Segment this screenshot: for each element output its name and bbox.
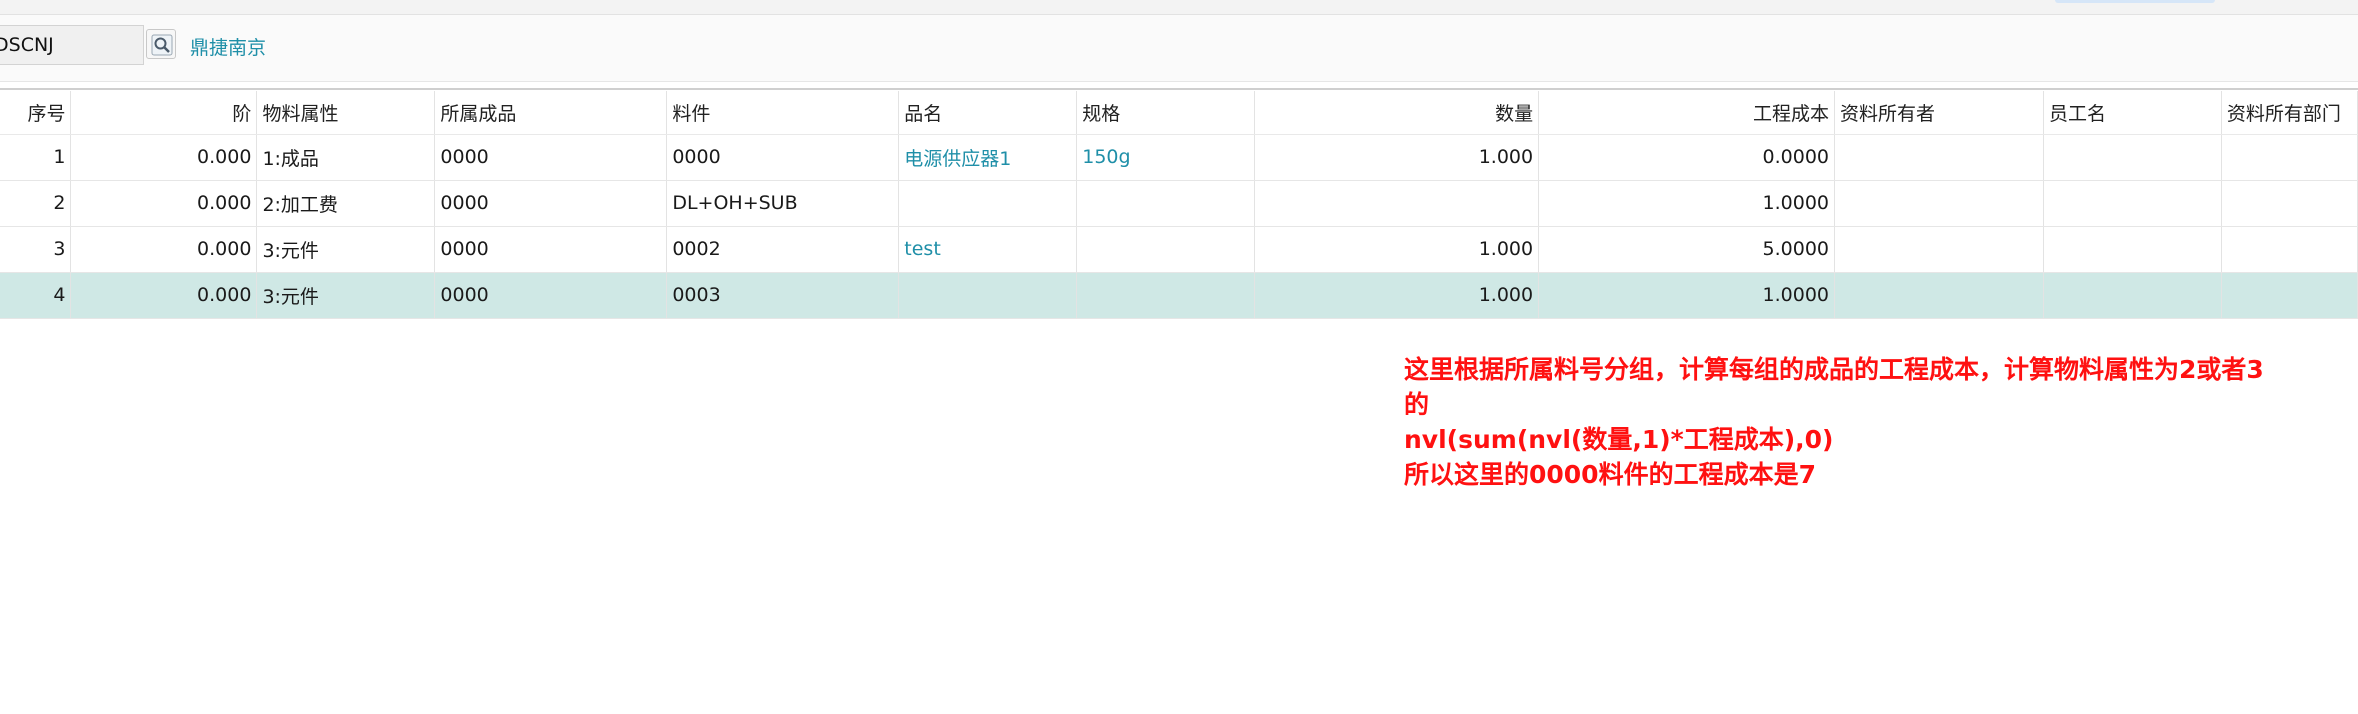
cell-item-name-link[interactable] <box>898 272 1078 319</box>
col-header-quantity[interactable]: 数量 <box>1254 91 1540 135</box>
cell-employee-name <box>2043 272 2222 319</box>
cell-data-owner <box>1834 180 2044 227</box>
cell-seq: 2 <box>0 180 72 227</box>
cell-item-name-link[interactable]: test <box>898 226 1078 273</box>
cell-owner-dept <box>2221 226 2358 273</box>
annotation-line: 的 <box>1404 390 1430 419</box>
cell-spec-link[interactable] <box>1076 226 1256 273</box>
company-name-link[interactable]: 鼎捷南京 <box>190 33 266 60</box>
table-row-selected[interactable]: 4 0.000 3:元件 0000 0003 1.000 1.0000 <box>0 272 2358 319</box>
cell-material-attr: 3:元件 <box>256 272 436 319</box>
top-strip <box>0 0 2358 15</box>
annotation-line: 所以这里的0000料件的工程成本是7 <box>1404 460 1816 489</box>
cell-employee-name <box>2043 134 2222 181</box>
query-toolbar <box>0 15 2358 82</box>
annotation-line: nvl(sum(nvl(数量,1)*工程成本),0) <box>1404 425 1834 454</box>
cell-material-attr: 1:成品 <box>256 134 436 181</box>
annotation-note: 这里根据所属料号分组，计算每组的成品的工程成本，计算物料属性为2或者3 的 nv… <box>1404 352 2354 492</box>
cell-data-owner <box>1834 226 2044 273</box>
col-header-owner-dept[interactable]: 资料所有部门 <box>2221 91 2358 135</box>
cell-item: DL+OH+SUB <box>666 180 900 227</box>
cell-item-name-link[interactable] <box>898 180 1078 227</box>
cell-data-owner <box>1834 272 2044 319</box>
cell-spec-link[interactable] <box>1076 272 1256 319</box>
cell-employee-name <box>2043 180 2222 227</box>
table-row[interactable]: 1 0.000 1:成品 0000 0000 电源供应器1 150g 1.000… <box>0 134 2358 181</box>
cell-item: 0000 <box>666 134 900 181</box>
cell-spec-link[interactable]: 150g <box>1076 134 1256 181</box>
col-header-parent-product[interactable]: 所属成品 <box>434 91 668 135</box>
search-icon <box>151 34 173 56</box>
cell-seq: 3 <box>0 226 72 273</box>
cell-quantity <box>1254 180 1540 227</box>
cell-quantity: 1.000 <box>1254 272 1540 319</box>
cell-owner-dept <box>2221 180 2358 227</box>
cell-seq: 1 <box>0 134 72 181</box>
cell-spec-link[interactable] <box>1076 180 1256 227</box>
cell-quantity: 1.000 <box>1254 226 1540 273</box>
cell-parent-product: 0000 <box>434 226 668 273</box>
cost-grid: 序号 阶 物料属性 所属成品 料件 品名 规格 数量 工程成本 资料所有者 员工… <box>0 91 2358 319</box>
active-tab-highlight <box>2055 0 2215 3</box>
cell-level: 0.000 <box>70 180 258 227</box>
cell-item: 0002 <box>666 226 900 273</box>
cell-data-owner <box>1834 134 2044 181</box>
col-header-item-name[interactable]: 品名 <box>898 91 1078 135</box>
cell-level: 0.000 <box>70 272 258 319</box>
cell-employee-name <box>2043 226 2222 273</box>
cell-level: 0.000 <box>70 134 258 181</box>
cell-parent-product: 0000 <box>434 272 668 319</box>
cell-item-name-link[interactable]: 电源供应器1 <box>898 134 1078 181</box>
cell-engineering-cost: 1.0000 <box>1538 272 1836 319</box>
cell-item: 0003 <box>666 272 900 319</box>
col-header-material-attr[interactable]: 物料属性 <box>256 91 436 135</box>
cell-owner-dept <box>2221 134 2358 181</box>
grid-header-row: 序号 阶 物料属性 所属成品 料件 品名 规格 数量 工程成本 资料所有者 员工… <box>0 91 2358 135</box>
col-header-level[interactable]: 阶 <box>70 91 258 135</box>
toolbar-separator <box>0 88 2358 90</box>
col-header-item[interactable]: 料件 <box>666 91 900 135</box>
col-header-data-owner[interactable]: 资料所有者 <box>1834 91 2044 135</box>
cell-owner-dept <box>2221 272 2358 319</box>
col-header-engineering-cost[interactable]: 工程成本 <box>1538 91 1836 135</box>
cell-engineering-cost: 5.0000 <box>1538 226 1836 273</box>
cell-engineering-cost: 1.0000 <box>1538 180 1836 227</box>
cell-parent-product: 0000 <box>434 180 668 227</box>
cell-engineering-cost: 0.0000 <box>1538 134 1836 181</box>
cell-quantity: 1.000 <box>1254 134 1540 181</box>
col-header-seq[interactable]: 序号 <box>0 91 72 135</box>
search-button[interactable] <box>146 29 176 59</box>
annotation-line: 这里根据所属料号分组，计算每组的成品的工程成本，计算物料属性为2或者3 <box>1404 355 2264 384</box>
col-header-spec[interactable]: 规格 <box>1076 91 1256 135</box>
cell-material-attr: 3:元件 <box>256 226 436 273</box>
cell-seq: 4 <box>0 272 72 319</box>
cell-level: 0.000 <box>70 226 258 273</box>
col-header-employee-name[interactable]: 员工名 <box>2043 91 2222 135</box>
cell-parent-product: 0000 <box>434 134 668 181</box>
table-row[interactable]: 3 0.000 3:元件 0000 0002 test 1.000 5.0000 <box>0 226 2358 273</box>
table-row[interactable]: 2 0.000 2:加工费 0000 DL+OH+SUB 1.0000 <box>0 180 2358 227</box>
cell-material-attr: 2:加工费 <box>256 180 436 227</box>
company-code-input[interactable] <box>0 25 144 65</box>
